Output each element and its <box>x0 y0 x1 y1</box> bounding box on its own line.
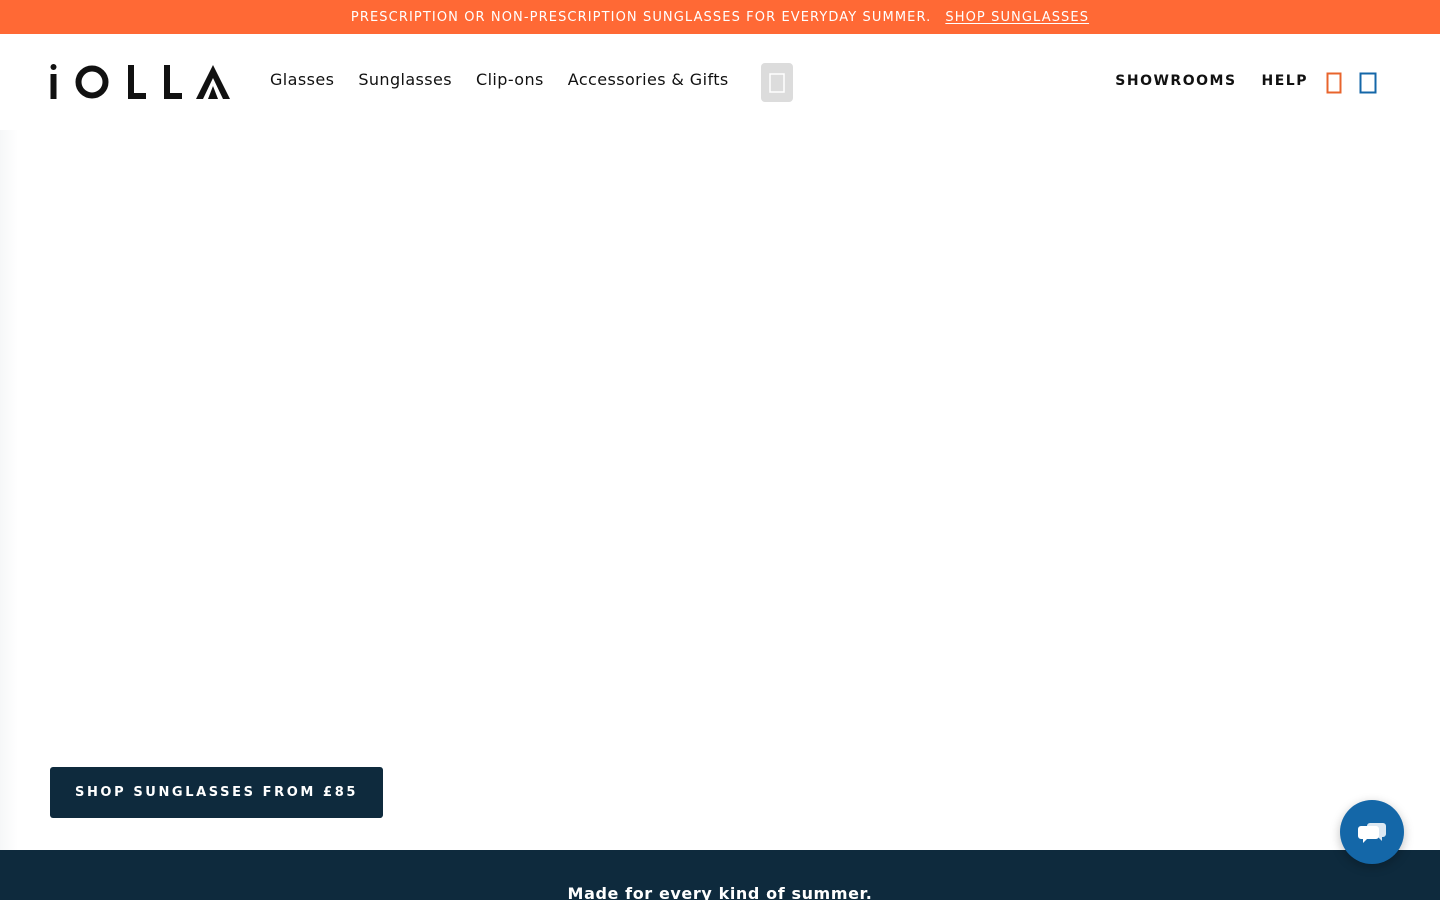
nav-accessories-gifts[interactable]: Accessories & Gifts <box>568 70 729 89</box>
chat-button[interactable] <box>1340 800 1404 864</box>
bag-button[interactable] <box>1359 72 1377 94</box>
nav-glasses[interactable]: Glasses <box>270 70 334 89</box>
showrooms-link[interactable]: SHOWROOMS <box>1115 73 1236 89</box>
summer-band: Made for every kind of summer. <box>0 850 1440 903</box>
nav-clip-ons[interactable]: Clip-ons <box>476 70 544 89</box>
shop-sunglasses-link[interactable]: SHOP SUNGLASSES <box>945 10 1089 25</box>
band-heading: Made for every kind of summer. <box>567 884 873 903</box>
chat-icon <box>1358 823 1386 843</box>
promo-text: PRESCRIPTION OR NON-PRESCRIPTION SUNGLAS… <box>350 9 932 25</box>
nav-sunglasses[interactable]: Sunglasses <box>358 70 452 89</box>
search-icon <box>769 72 785 93</box>
promo-banner: PRESCRIPTION OR NON-PRESCRIPTION SUNGLAS… <box>0 0 1440 34</box>
bag-icon <box>1359 72 1377 94</box>
account-icon <box>1326 72 1342 94</box>
iolla-logo-mark <box>50 64 230 99</box>
utility-nav: SHOWROOMS HELP <box>1115 73 1308 89</box>
account-button[interactable] <box>1326 72 1342 94</box>
main-nav: Glasses Sunglasses Clip-ons Accessories … <box>270 70 729 89</box>
search-button[interactable] <box>761 63 793 102</box>
site-header: Glasses Sunglasses Clip-ons Accessories … <box>0 34 1440 130</box>
hero-banner: SHOP SUNGLASSES FROM £85 <box>0 130 1440 850</box>
shop-sunglasses-cta[interactable]: SHOP SUNGLASSES FROM £85 <box>50 767 383 818</box>
help-link[interactable]: HELP <box>1262 73 1308 89</box>
iolla-logo[interactable] <box>50 62 230 102</box>
